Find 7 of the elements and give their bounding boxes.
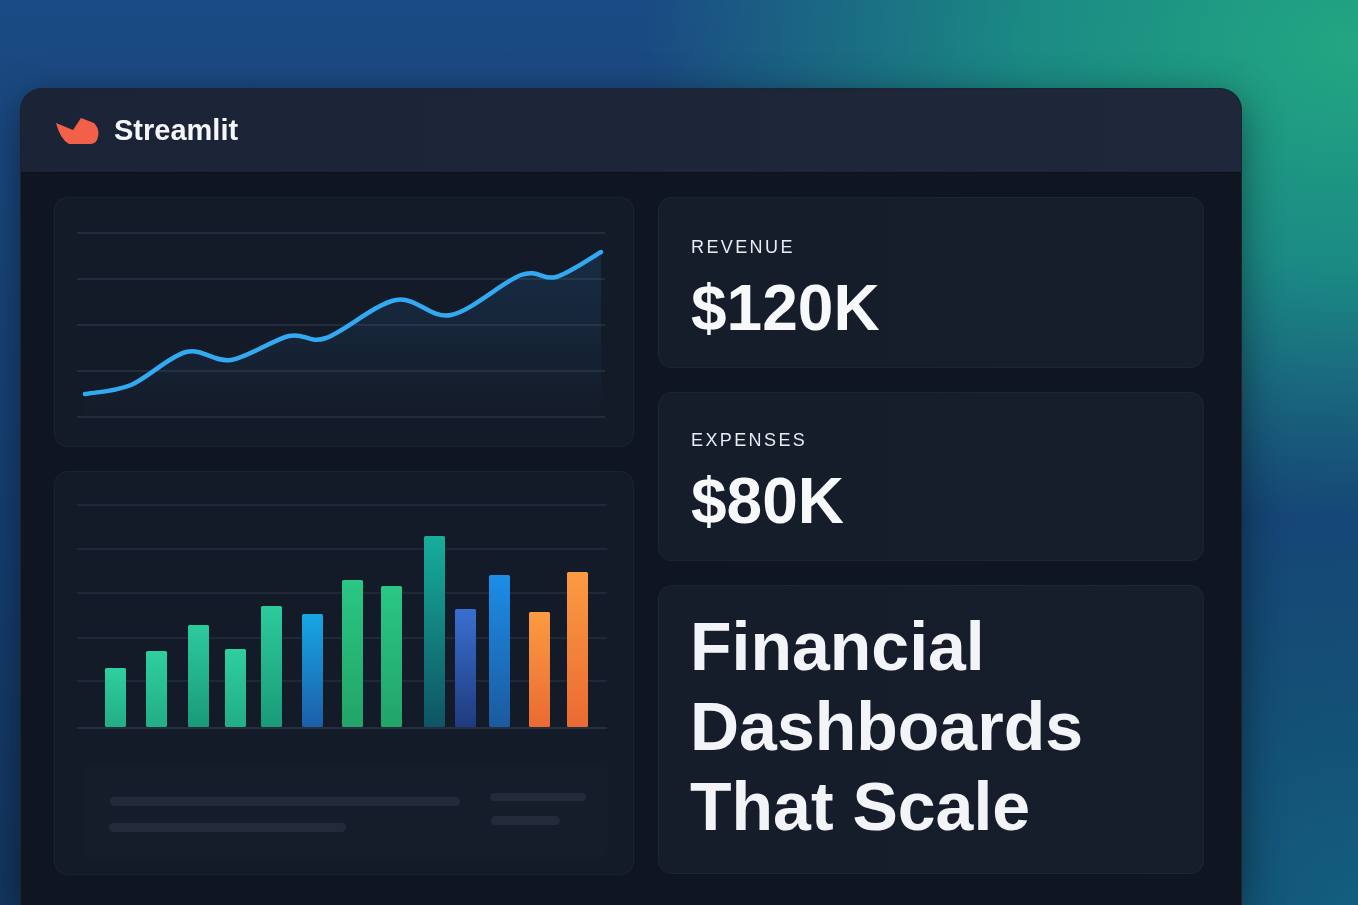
- metric-value: $120K: [691, 276, 880, 340]
- metric-label: REVENUE: [691, 236, 795, 258]
- metric-value: $80K: [691, 469, 844, 533]
- metric-label: EXPENSES: [691, 429, 808, 451]
- headline: Financial Dashboards That Scale: [690, 607, 1084, 846]
- brand-name: Streamlit: [114, 116, 239, 145]
- logo-icon: [56, 117, 100, 144]
